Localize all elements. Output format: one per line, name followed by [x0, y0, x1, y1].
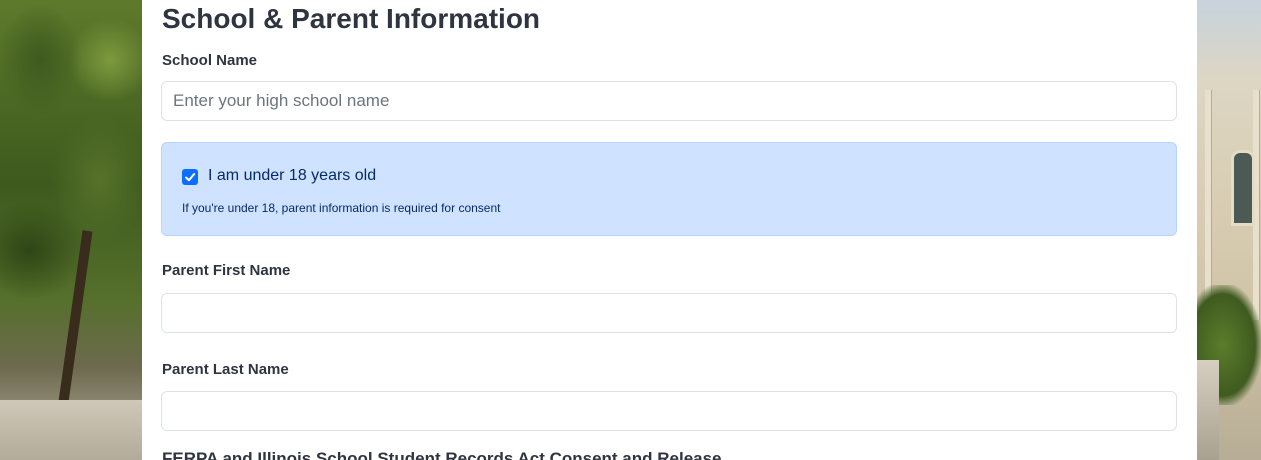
- background-photo-left: [0, 0, 142, 460]
- age-notice-alert: I am under 18 years old If you're under …: [161, 142, 1177, 236]
- stone-pedestal: [1197, 360, 1219, 460]
- background-photo-right: [1197, 0, 1261, 460]
- parent-first-name-label: Parent First Name: [162, 262, 291, 279]
- tree-trunk: [57, 230, 93, 410]
- consent-hint: If you're under 18, parent information i…: [182, 201, 501, 215]
- checkmark-icon: [185, 173, 196, 182]
- school-name-label: School Name: [162, 52, 258, 69]
- stone-ledge: [0, 400, 142, 460]
- under-18-checkbox-label[interactable]: I am under 18 years old: [208, 167, 376, 185]
- ferpa-section-heading: FERPA and Illinois School Student Record…: [162, 449, 722, 460]
- school-name-input[interactable]: [161, 81, 1177, 121]
- parent-last-name-input[interactable]: [161, 391, 1177, 431]
- parent-last-name-label: Parent Last Name: [162, 361, 289, 378]
- building-window: [1231, 150, 1255, 226]
- section-title: School & Parent Information: [162, 3, 541, 34]
- parent-first-name-input[interactable]: [161, 293, 1177, 333]
- under-18-checkbox[interactable]: [182, 169, 198, 185]
- form-panel: School & Parent Information School Name …: [142, 0, 1197, 460]
